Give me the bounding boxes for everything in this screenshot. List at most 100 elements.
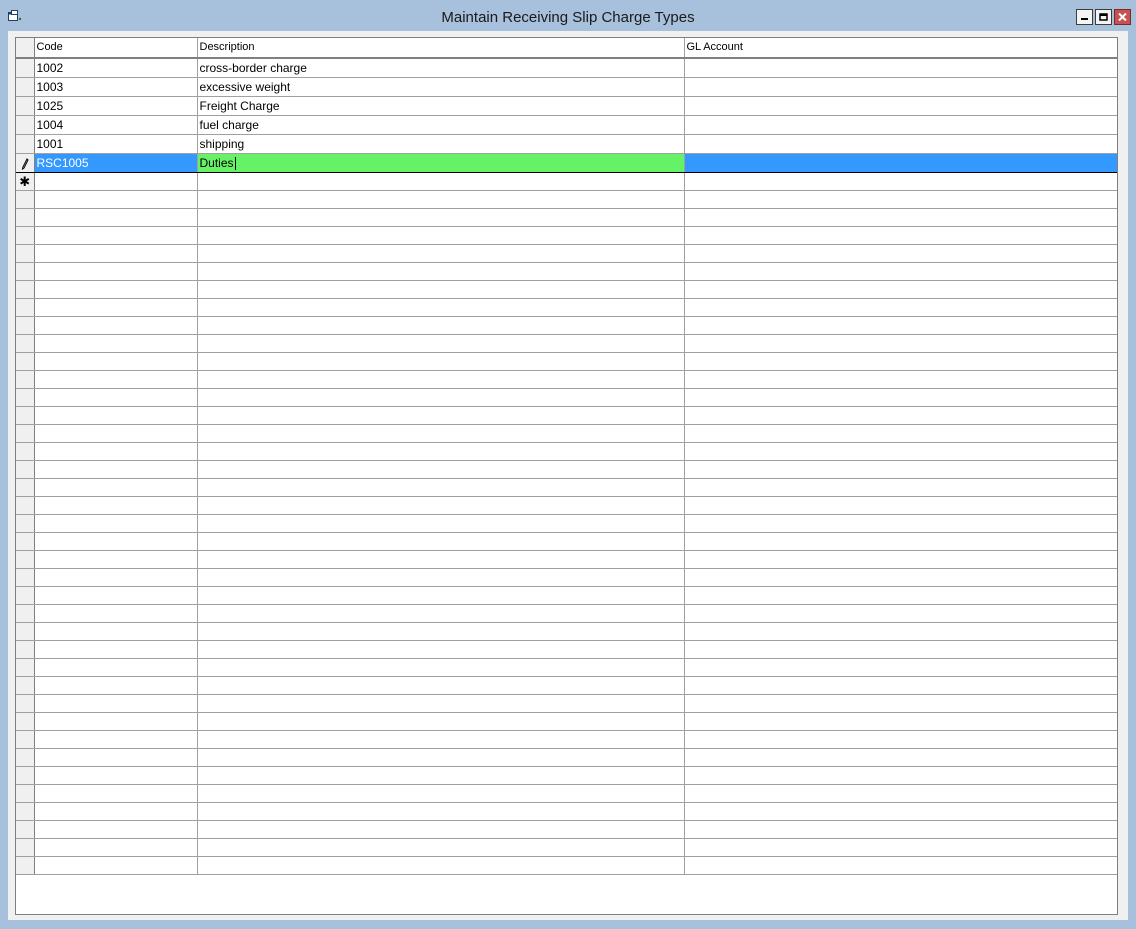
gl-account-cell[interactable] <box>684 77 1117 97</box>
empty-row <box>16 568 1117 587</box>
description-cell[interactable]: excessive weight <box>197 77 685 97</box>
code-cell <box>34 208 198 227</box>
row-selector <box>16 478 35 497</box>
empty-row <box>16 730 1117 749</box>
row-selector <box>16 766 35 785</box>
new-row[interactable]: ✱ <box>16 172 1117 191</box>
row-selector <box>16 496 35 515</box>
row-selector <box>16 226 35 245</box>
description-cell[interactable]: cross-border charge <box>197 58 685 78</box>
minimize-icon[interactable] <box>1076 9 1093 25</box>
table-row[interactable]: 1001 shipping <box>16 134 1117 154</box>
code-cell <box>34 604 198 623</box>
table-row[interactable]: 1002 cross-border charge <box>16 58 1117 78</box>
main-window: Maintain Receiving Slip Charge Types Cod… <box>0 0 1136 929</box>
code-cell[interactable]: RSC1005 <box>34 153 198 173</box>
gl-account-cell <box>684 568 1117 587</box>
code-cell[interactable]: 1003 <box>34 77 198 97</box>
description-edit-text: Duties <box>199 156 234 170</box>
gl-account-cell <box>684 586 1117 605</box>
maximize-icon[interactable] <box>1095 9 1112 25</box>
code-cell <box>34 856 198 875</box>
table-row[interactable]: 1025 Freight Charge <box>16 96 1117 116</box>
description-cell <box>197 604 685 623</box>
row-selector <box>16 856 35 875</box>
gl-account-cell <box>684 280 1117 299</box>
close-icon[interactable] <box>1114 9 1131 25</box>
gl-account-cell <box>684 460 1117 479</box>
description-cell <box>197 658 685 677</box>
asterisk-icon[interactable]: ✱ <box>16 172 35 191</box>
code-cell <box>34 784 198 803</box>
description-cell[interactable]: fuel charge <box>197 115 685 135</box>
description-cell <box>197 820 685 839</box>
empty-row <box>16 316 1117 335</box>
table-row[interactable]: 1004 fuel charge <box>16 115 1117 135</box>
row-selector[interactable] <box>16 58 35 78</box>
code-cell <box>34 748 198 767</box>
gl-account-cell[interactable] <box>684 172 1117 191</box>
row-selector <box>16 568 35 587</box>
gl-account-cell <box>684 514 1117 533</box>
description-cell[interactable]: Freight Charge <box>197 96 685 116</box>
description-cell <box>197 694 685 713</box>
code-cell[interactable]: 1004 <box>34 115 198 135</box>
empty-row <box>16 712 1117 731</box>
description-cell <box>197 388 685 407</box>
gl-account-cell <box>684 442 1117 461</box>
code-cell[interactable]: 1025 <box>34 96 198 116</box>
empty-row <box>16 478 1117 497</box>
code-cell[interactable]: 1001 <box>34 134 198 154</box>
editing-row[interactable]: RSC1005 Duties <box>16 153 1117 173</box>
row-selector <box>16 460 35 479</box>
gl-account-cell[interactable] <box>684 134 1117 154</box>
description-cell <box>197 496 685 515</box>
code-cell <box>34 262 198 281</box>
row-selector <box>16 298 35 317</box>
gl-account-cell[interactable] <box>684 96 1117 116</box>
description-cell[interactable]: shipping <box>197 134 685 154</box>
code-cell <box>34 820 198 839</box>
code-cell[interactable]: 1002 <box>34 58 198 78</box>
row-selector <box>16 514 35 533</box>
table-row[interactable]: 1003 excessive weight <box>16 77 1117 97</box>
empty-row <box>16 640 1117 659</box>
row-selector[interactable] <box>16 153 35 173</box>
description-cell[interactable] <box>197 172 685 191</box>
row-selector <box>16 784 35 803</box>
code-cell <box>34 244 198 263</box>
empty-row <box>16 352 1117 371</box>
column-header-code[interactable]: Code <box>34 38 198 59</box>
gl-account-cell[interactable] <box>684 58 1117 78</box>
charge-types-grid[interactable]: Code Description GL Account 1002 cross-b… <box>15 37 1118 915</box>
row-selector[interactable] <box>16 115 35 135</box>
empty-row <box>16 424 1117 443</box>
description-cell <box>197 532 685 551</box>
code-cell <box>34 496 198 515</box>
description-cell <box>197 766 685 785</box>
gl-account-cell <box>684 802 1117 821</box>
row-selector[interactable] <box>16 96 35 116</box>
title-bar[interactable]: Maintain Receiving Slip Charge Types <box>0 0 1136 34</box>
gl-account-cell <box>684 676 1117 695</box>
column-header-description[interactable]: Description <box>197 38 685 59</box>
row-selector[interactable] <box>16 77 35 97</box>
header-corner[interactable] <box>16 38 35 59</box>
gl-account-cell[interactable] <box>684 153 1117 173</box>
gl-account-cell <box>684 658 1117 677</box>
gl-account-cell <box>684 730 1117 749</box>
description-cell <box>197 262 685 281</box>
text-caret <box>234 157 236 171</box>
empty-row <box>16 514 1117 533</box>
row-selector[interactable] <box>16 134 35 154</box>
gl-account-cell <box>684 424 1117 443</box>
column-header-gl-account[interactable]: GL Account <box>684 38 1117 59</box>
description-cell <box>197 856 685 875</box>
description-edit-field[interactable]: Duties <box>197 153 685 173</box>
code-cell <box>34 586 198 605</box>
gl-account-cell[interactable] <box>684 115 1117 135</box>
empty-row <box>16 820 1117 839</box>
gl-account-cell <box>684 316 1117 335</box>
code-cell[interactable] <box>34 172 198 191</box>
row-selector <box>16 532 35 551</box>
